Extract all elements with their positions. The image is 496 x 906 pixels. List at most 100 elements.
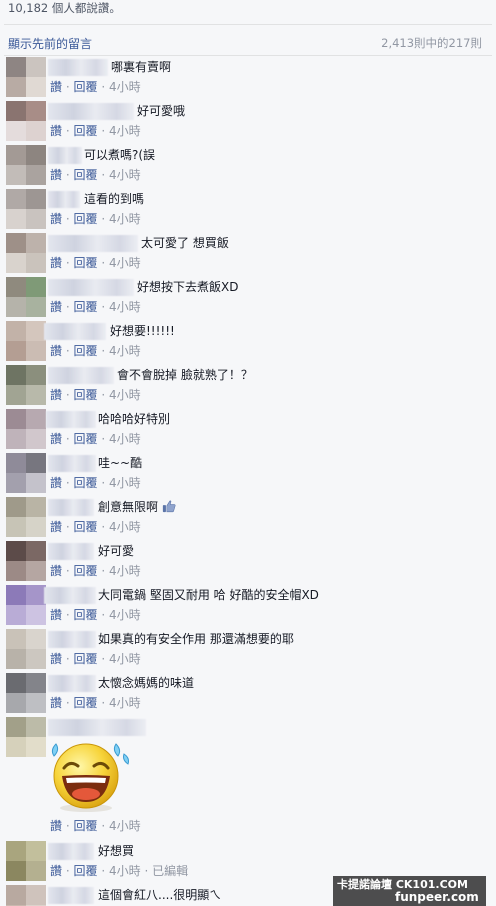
avatar[interactable] bbox=[6, 841, 46, 881]
commenter-name[interactable] bbox=[48, 719, 146, 736]
avatar[interactable] bbox=[6, 541, 46, 581]
like-link[interactable]: 讚 bbox=[50, 652, 62, 666]
timestamp[interactable]: 4小時 bbox=[109, 124, 141, 138]
timestamp[interactable]: 4小時 bbox=[109, 696, 141, 710]
like-link[interactable]: 讚 bbox=[50, 124, 62, 138]
avatar[interactable] bbox=[6, 189, 46, 229]
like-link[interactable]: 讚 bbox=[50, 256, 62, 270]
like-link[interactable]: 讚 bbox=[50, 608, 62, 622]
reply-link[interactable]: 回覆 bbox=[74, 256, 98, 270]
commenter-name[interactable] bbox=[44, 323, 106, 340]
reply-link[interactable]: 回覆 bbox=[74, 80, 98, 94]
comment-text: 如果真的有安全作用 那還滿想要的耶 bbox=[98, 632, 294, 646]
like-link[interactable]: 讚 bbox=[50, 344, 62, 358]
reply-link[interactable]: 回覆 bbox=[74, 476, 98, 490]
like-link[interactable]: 讚 bbox=[50, 388, 62, 402]
like-link[interactable]: 讚 bbox=[50, 476, 62, 490]
timestamp[interactable]: 4小時 bbox=[109, 564, 141, 578]
avatar[interactable] bbox=[6, 717, 46, 757]
like-link[interactable]: 讚 bbox=[50, 432, 62, 446]
timestamp[interactable]: 4小時 bbox=[109, 212, 141, 226]
timestamp[interactable]: 4小時 bbox=[109, 388, 141, 402]
like-link[interactable]: 讚 bbox=[50, 212, 62, 226]
laughing-tears-emoji-icon bbox=[48, 738, 132, 814]
reply-link[interactable]: 回覆 bbox=[74, 388, 98, 402]
reply-link[interactable]: 回覆 bbox=[74, 300, 98, 314]
commenter-name[interactable] bbox=[48, 887, 94, 904]
avatar[interactable] bbox=[6, 101, 46, 141]
commenter-name[interactable] bbox=[46, 411, 96, 428]
like-link[interactable]: 讚 bbox=[50, 819, 62, 833]
avatar[interactable] bbox=[6, 57, 46, 97]
reply-link[interactable]: 回覆 bbox=[74, 520, 98, 534]
commenter-name[interactable] bbox=[48, 367, 114, 384]
like-link[interactable]: 讚 bbox=[50, 168, 62, 182]
timestamp[interactable]: 4小時 bbox=[109, 300, 141, 314]
commenter-name[interactable] bbox=[48, 543, 94, 560]
like-link[interactable]: 讚 bbox=[50, 564, 62, 578]
reply-link[interactable]: 回覆 bbox=[74, 344, 98, 358]
comment-item: 好想按下去煮飯XD 讚 · 回覆 · 4小時 bbox=[4, 276, 492, 320]
timestamp[interactable]: 4小時 bbox=[109, 80, 141, 94]
commenter-name[interactable] bbox=[48, 499, 94, 516]
avatar[interactable] bbox=[6, 585, 46, 625]
commenter-name[interactable] bbox=[48, 103, 134, 120]
avatar[interactable] bbox=[6, 629, 46, 669]
avatar[interactable] bbox=[6, 321, 46, 361]
reply-link[interactable]: 回覆 bbox=[74, 819, 98, 833]
timestamp[interactable]: 4小時 bbox=[109, 256, 141, 270]
edited-label[interactable]: 已編輯 bbox=[152, 864, 188, 878]
comment-text: 好想按下去煮飯XD bbox=[137, 280, 239, 294]
commenter-name[interactable] bbox=[48, 191, 80, 208]
avatar[interactable] bbox=[6, 365, 46, 405]
timestamp[interactable]: 4小時 bbox=[109, 864, 141, 878]
watermark-site: funpeer.com bbox=[395, 890, 479, 904]
like-link[interactable]: 讚 bbox=[50, 520, 62, 534]
timestamp[interactable]: 4小時 bbox=[109, 432, 141, 446]
avatar[interactable] bbox=[6, 277, 46, 317]
timestamp[interactable]: 4小時 bbox=[109, 476, 141, 490]
commenter-name[interactable] bbox=[48, 455, 96, 472]
reply-link[interactable]: 回覆 bbox=[74, 212, 98, 226]
like-link[interactable]: 讚 bbox=[50, 300, 62, 314]
likes-summary[interactable]: 10,182 個人都說讚。 bbox=[8, 0, 496, 20]
commenter-name[interactable] bbox=[48, 147, 82, 164]
reply-link[interactable]: 回覆 bbox=[74, 124, 98, 138]
commenter-name[interactable] bbox=[44, 587, 96, 604]
commenter-name[interactable] bbox=[48, 59, 108, 76]
timestamp[interactable]: 4小時 bbox=[109, 168, 141, 182]
avatar[interactable] bbox=[6, 453, 46, 493]
avatar[interactable] bbox=[6, 885, 46, 906]
avatar[interactable] bbox=[6, 145, 46, 185]
timestamp[interactable]: 4小時 bbox=[109, 344, 141, 358]
like-link[interactable]: 讚 bbox=[50, 864, 62, 878]
commenter-name[interactable] bbox=[48, 631, 96, 648]
comment-actions: 讚 · 回覆 · 4小時 bbox=[50, 344, 141, 358]
view-previous-comments-link[interactable]: 顯示先前的留言 bbox=[8, 35, 92, 52]
timestamp[interactable]: 4小時 bbox=[109, 520, 141, 534]
reply-link[interactable]: 回覆 bbox=[74, 564, 98, 578]
reply-link[interactable]: 回覆 bbox=[74, 608, 98, 622]
reply-link[interactable]: 回覆 bbox=[74, 652, 98, 666]
commenter-name[interactable] bbox=[48, 675, 96, 692]
like-link[interactable]: 讚 bbox=[50, 696, 62, 710]
commenter-name[interactable] bbox=[48, 843, 94, 860]
avatar[interactable] bbox=[6, 233, 46, 273]
avatar[interactable] bbox=[6, 673, 46, 713]
timestamp[interactable]: 4小時 bbox=[109, 819, 141, 833]
commenter-name[interactable] bbox=[48, 235, 138, 252]
avatar[interactable] bbox=[6, 497, 46, 537]
reply-link[interactable]: 回覆 bbox=[74, 168, 98, 182]
thumbs-up-icon bbox=[162, 500, 176, 513]
timestamp[interactable]: 4小時 bbox=[109, 652, 141, 666]
reply-link[interactable]: 回覆 bbox=[74, 696, 98, 710]
like-link[interactable]: 讚 bbox=[50, 80, 62, 94]
avatar[interactable] bbox=[6, 409, 46, 449]
comment-actions: 讚 · 回覆 · 4小時 bbox=[50, 432, 141, 446]
timestamp[interactable]: 4小時 bbox=[109, 608, 141, 622]
comment-text: 好想要!!!!!! bbox=[110, 324, 175, 338]
commenter-name[interactable] bbox=[48, 279, 134, 296]
reply-link[interactable]: 回覆 bbox=[74, 432, 98, 446]
comment-item: 會不會脫掉 臉就熟了！？ 讚 · 回覆 · 4小時 bbox=[4, 364, 492, 408]
reply-link[interactable]: 回覆 bbox=[74, 864, 98, 878]
